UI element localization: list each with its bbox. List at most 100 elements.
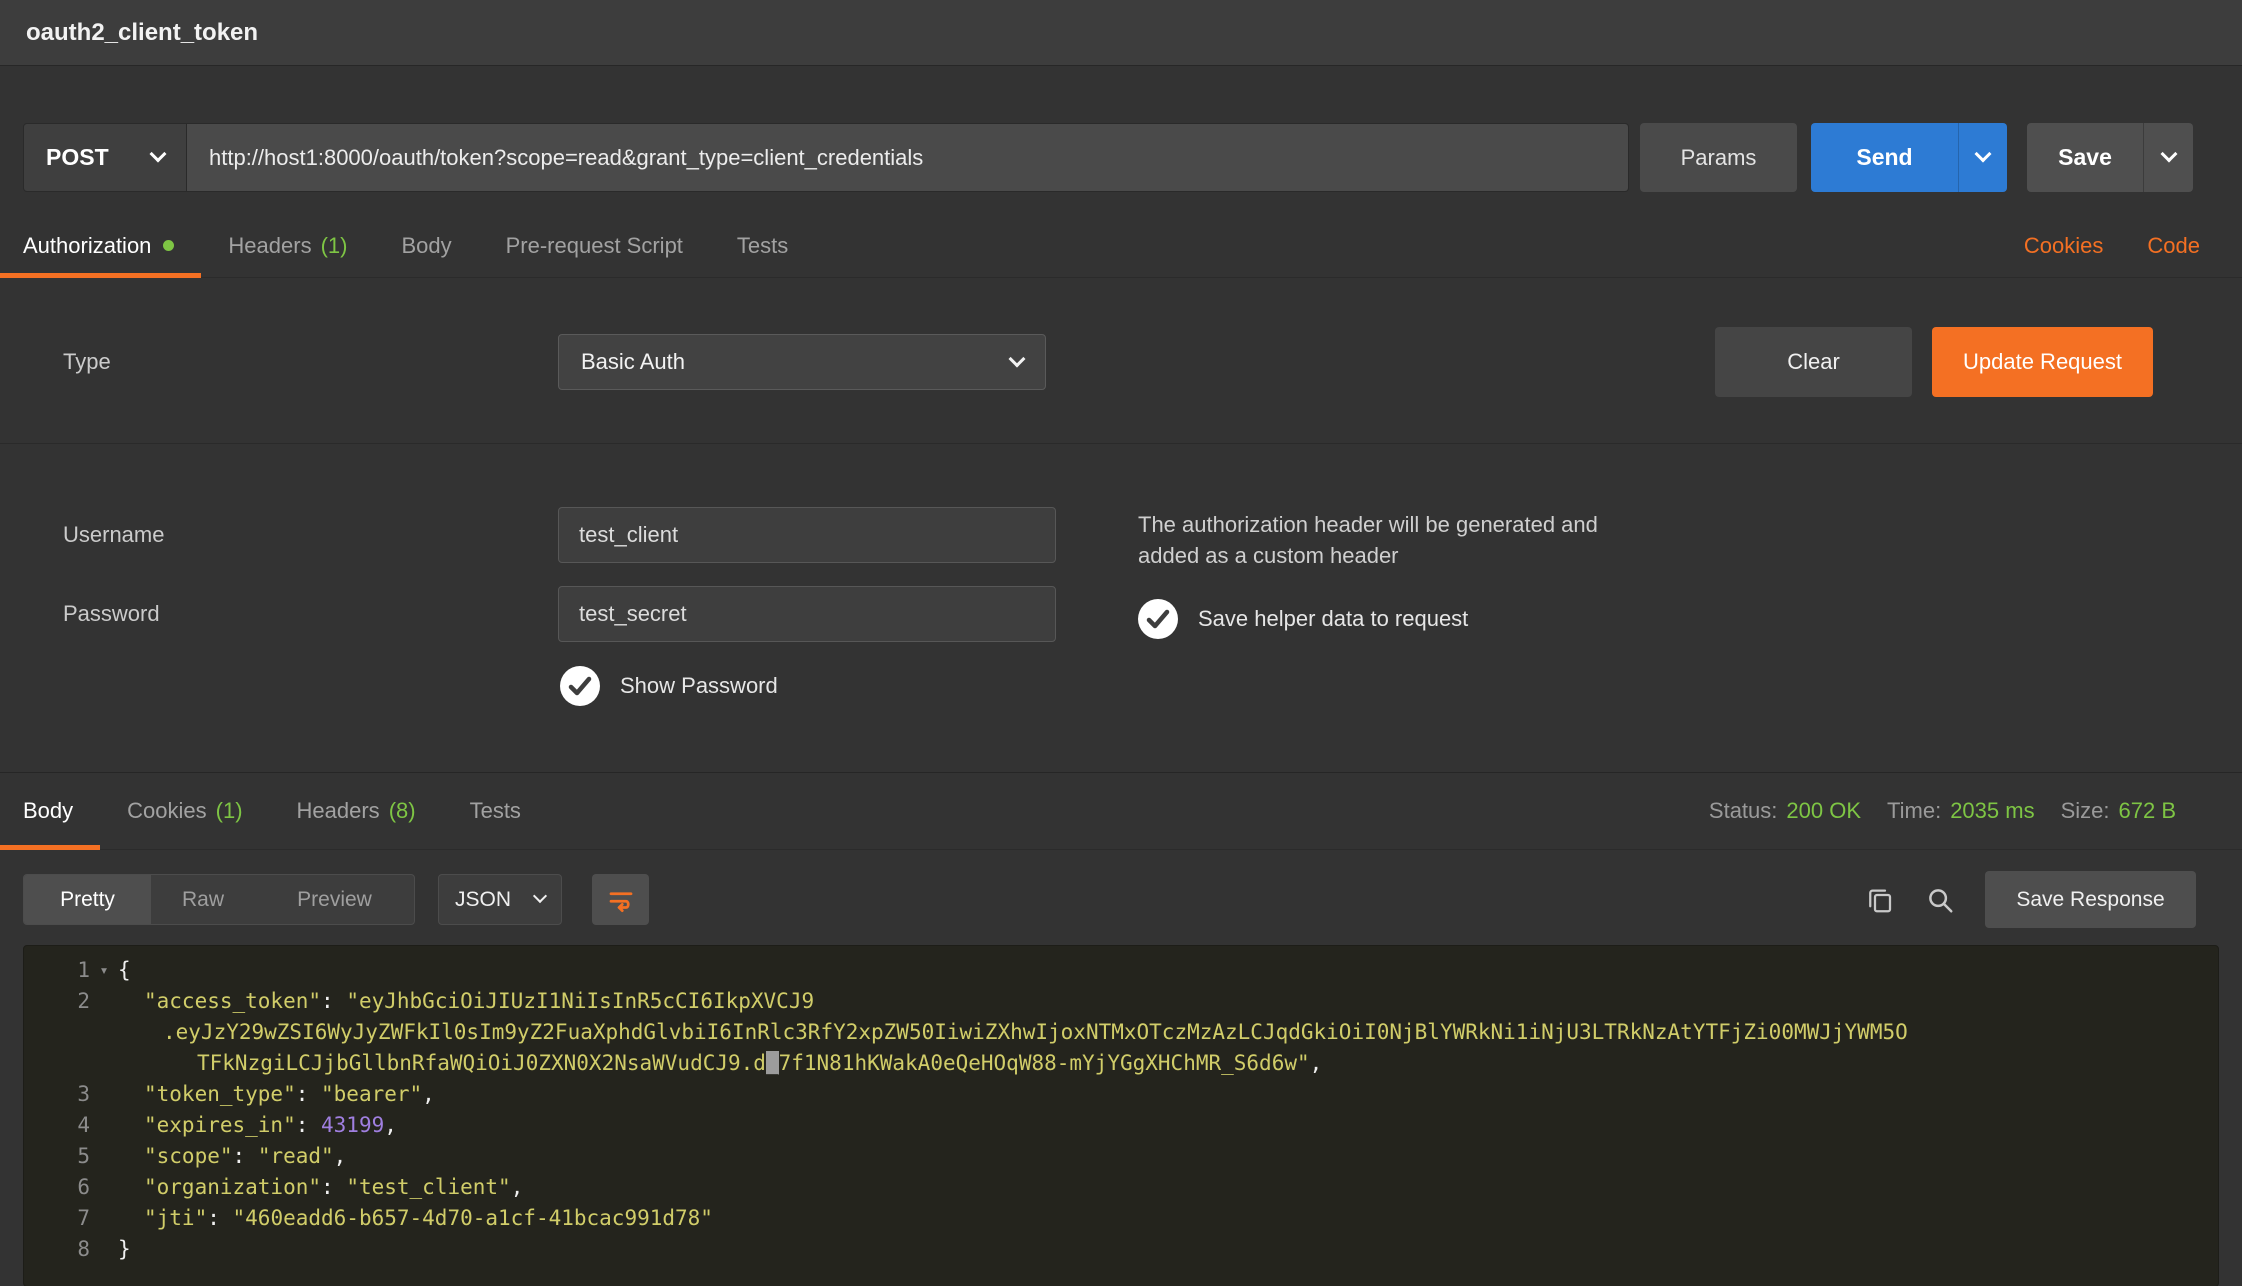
save-button-group: Save (2027, 123, 2193, 192)
show-password-checkbox[interactable] (560, 666, 600, 706)
copy-icon (1865, 885, 1895, 915)
auth-actions: Clear Update Request (1715, 327, 2153, 397)
response-meta: Status: 200 OK Time: 2035 ms Size: 672 B (1683, 773, 2242, 849)
code-link[interactable]: Code (2147, 233, 2200, 259)
line-number: 2 (24, 986, 90, 1017)
code-text: .eyJzY29wZSI6WyJyZWFkIl0sIm9yZ2FuaXphdGl… (118, 1017, 1908, 1048)
code-text: } (118, 1234, 131, 1265)
send-button[interactable]: Send (1811, 123, 1958, 192)
code-token: "organization" (144, 1175, 321, 1199)
send-dropdown-button[interactable] (1958, 123, 2007, 192)
response-tab-cookies[interactable]: Cookies (1) (100, 773, 269, 849)
auth-credentials: Username Password Show Password The auth… (0, 507, 2242, 755)
fold-caret-icon[interactable]: ▾ (90, 955, 118, 986)
line-gutter: 8 (24, 1234, 118, 1265)
code-token: : (321, 1175, 346, 1199)
line-number: 7 (24, 1203, 90, 1234)
tab-pre-request-script[interactable]: Pre-request Script (479, 214, 710, 277)
time-value: 2035 ms (1950, 798, 2034, 824)
line-gutter: 2 (24, 986, 118, 1017)
params-button[interactable]: Params (1640, 123, 1797, 192)
code-text: "access_token": "eyJhbGciOiJIUzI1NiIsInR… (118, 986, 814, 1017)
auth-type-select[interactable]: Basic Auth (558, 334, 1046, 390)
code-line: 5 "scope": "read", (24, 1141, 2218, 1172)
password-row: Password (0, 586, 1115, 642)
username-input[interactable] (558, 507, 1056, 563)
username-label: Username (0, 522, 558, 548)
response-tab-headers[interactable]: Headers (8) (270, 773, 443, 849)
format-value: JSON (455, 888, 511, 912)
tab-body[interactable]: Body (374, 214, 478, 277)
response-body-viewer[interactable]: 1▾{2 "access_token": "eyJhbGciOiJIUzI1NiI… (23, 945, 2219, 1286)
code-text: "organization": "test_client", (118, 1172, 523, 1203)
code-token: TFkNzgiLCJjbGllbnRfaWQiOiJ0ZXN0X2NsaWVud… (197, 1051, 766, 1075)
code-token: "eyJhbGciOiJIUzI1NiIsInR5cCI6IkpXVCJ9 (346, 989, 814, 1013)
clear-button[interactable]: Clear (1715, 327, 1912, 397)
save-helper-checkbox[interactable] (1138, 599, 1178, 639)
tab-authorization[interactable]: Authorization (0, 214, 201, 277)
response-tabs: Body Cookies (1) Headers (8) Tests Statu… (0, 773, 2242, 850)
line-gutter (24, 1017, 118, 1048)
code-line: .eyJzY29wZSI6WyJyZWFkIl0sIm9yZ2FuaXphdGl… (24, 1017, 2218, 1048)
password-input[interactable] (558, 586, 1056, 642)
line-gutter: 4 (24, 1110, 118, 1141)
code-token: "token_type" (144, 1082, 296, 1106)
save-response-button[interactable]: Save Response (1985, 871, 2196, 928)
code-token: , (422, 1082, 435, 1106)
helper-text-line: The authorization header will be generat… (1138, 509, 1598, 540)
divider (0, 443, 2242, 444)
chevron-down-icon (150, 146, 167, 163)
tab-tests[interactable]: Tests (710, 214, 815, 277)
line-number: 1 (24, 955, 90, 986)
code-token: "read" (258, 1144, 334, 1168)
tab-label: Body (23, 798, 73, 824)
method-label: POST (46, 144, 109, 171)
chevron-down-icon (2160, 146, 2177, 163)
auth-configured-dot (163, 240, 174, 251)
tab-headers[interactable]: Headers (1) (201, 214, 374, 277)
code-line: 7 "jti": "460eadd6-b657-4d70-a1cf-41bcac9… (24, 1203, 2218, 1234)
cookies-link[interactable]: Cookies (2024, 233, 2103, 259)
wrap-text-icon (606, 885, 636, 915)
wrap-text-button[interactable] (592, 874, 649, 925)
code-token: : (296, 1113, 321, 1137)
code-token: , (511, 1175, 524, 1199)
helper-text-line: added as a custom header (1138, 540, 1598, 571)
save-dropdown-button[interactable] (2143, 123, 2193, 192)
check-icon (1138, 599, 1178, 639)
view-preview-button[interactable]: Preview (255, 875, 414, 924)
send-button-group: Send (1811, 123, 2007, 192)
auth-helper-column: The authorization header will be generat… (1115, 507, 1598, 706)
save-button[interactable]: Save (2027, 123, 2143, 192)
update-request-button[interactable]: Update Request (1932, 327, 2153, 397)
auth-credentials-left: Username Password Show Password (0, 507, 1115, 706)
chevron-down-icon (1975, 146, 1992, 163)
request-tab-title[interactable]: oauth2_client_token (26, 19, 258, 47)
code-line: 8} (24, 1234, 2218, 1265)
line-number: 3 (24, 1079, 90, 1110)
line-number: 4 (24, 1110, 90, 1141)
format-select[interactable]: JSON (438, 874, 562, 925)
code-token: "460eadd6-b657-4d70-a1cf-41bcac991d78" (233, 1206, 713, 1230)
line-number: 5 (24, 1141, 90, 1172)
code-token: : (321, 989, 346, 1013)
code-token: { (118, 958, 131, 982)
request-tabs: Authorization Headers (1) Body Pre-reque… (0, 214, 2242, 278)
copy-button[interactable] (1865, 885, 1895, 915)
code-token: "scope" (144, 1144, 233, 1168)
type-label: Type (0, 349, 558, 375)
code-text: "scope": "read", (118, 1141, 346, 1172)
code-text: "jti": "460eadd6-b657-4d70-a1cf-41bcac99… (118, 1203, 713, 1234)
response-tab-body[interactable]: Body (0, 773, 100, 849)
code-token: : (233, 1144, 258, 1168)
code-token: _ (766, 1051, 779, 1075)
method-select[interactable]: POST (23, 123, 187, 192)
tab-label: Headers (228, 233, 311, 259)
response-tab-tests[interactable]: Tests (443, 773, 548, 849)
view-raw-button[interactable]: Raw (151, 875, 255, 924)
tab-label: Headers (297, 798, 380, 824)
search-button[interactable] (1925, 885, 1955, 915)
url-input[interactable] (187, 123, 1629, 192)
code-token: .eyJzY29wZSI6WyJyZWFkIl0sIm9yZ2FuaXphdGl… (163, 1020, 1908, 1044)
view-pretty-button[interactable]: Pretty (24, 875, 151, 924)
